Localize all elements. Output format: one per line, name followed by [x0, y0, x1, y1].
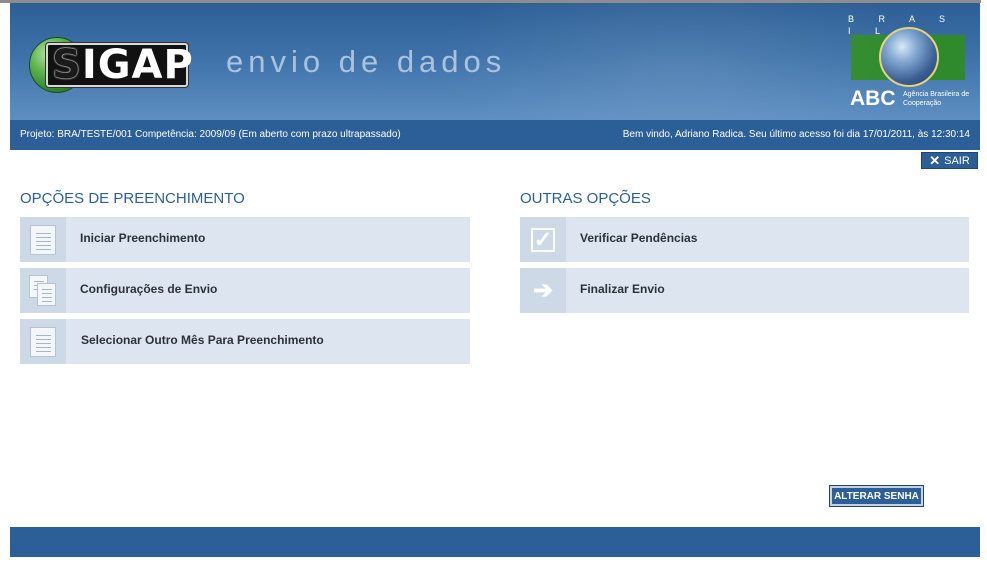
abc-logo-text: ABC	[850, 87, 896, 110]
close-icon: ✕	[929, 153, 941, 168]
right-margin	[981, 0, 987, 563]
option-finish-sending[interactable]: ➔ Finalizar Envio	[520, 268, 969, 313]
page: SIGAP envio de dados B R A S I L ABC Agê…	[0, 0, 987, 563]
fill-options-title: OPÇÕES DE PREENCHIMENTO	[20, 190, 245, 207]
change-password-button[interactable]: ALTERAR SENHA	[829, 485, 924, 507]
footer-bar	[10, 527, 980, 557]
page-tagline: envio de dados	[226, 44, 507, 79]
option-icon-cell: ✓	[520, 217, 566, 262]
brasil-label: B R A S I L	[848, 14, 957, 36]
option-select-other-month[interactable]: Selecionar Outro Mês Para Preenchimento	[20, 319, 470, 364]
logout-label: SAIR	[944, 154, 970, 167]
logo-rest-letters: IGAP	[81, 42, 194, 88]
option-start-filling[interactable]: Iniciar Preenchimento	[20, 217, 470, 262]
option-icon-cell: ➔	[520, 268, 566, 313]
header-banner: SIGAP envio de dados B R A S I L ABC Agê…	[10, 3, 980, 120]
logo-first-letter: S	[52, 42, 82, 88]
globe-icon	[879, 27, 939, 87]
option-icon-cell	[20, 268, 66, 313]
welcome-message: Bem vindo, Adriano Radica. Seu último ac…	[622, 129, 970, 140]
option-label: Finalizar Envio	[580, 282, 665, 296]
document-icon	[30, 326, 56, 357]
info-bar: Projeto: BRA/TESTE/001 Competência: 2009…	[10, 120, 980, 150]
option-label: Selecionar Outro Mês Para Preenchimento	[81, 333, 324, 347]
option-icon-cell	[20, 319, 66, 364]
abc-flag-icon	[851, 35, 965, 80]
option-send-settings[interactable]: Configurações de Envio	[20, 268, 470, 313]
project-info: Projeto: BRA/TESTE/001 Competência: 2009…	[20, 129, 401, 140]
logout-button[interactable]: ✕ SAIR	[921, 152, 978, 169]
option-label: Configurações de Envio	[80, 282, 218, 296]
arrow-right-icon: ➔	[532, 276, 554, 304]
checkbox-icon: ✓	[531, 227, 555, 252]
document-icon	[30, 224, 56, 255]
option-label: Verificar Pendências	[580, 231, 698, 245]
documents-icon	[29, 274, 57, 307]
option-label: Iniciar Preenchimento	[80, 231, 206, 245]
option-check-pending[interactable]: ✓ Verificar Pendências	[520, 217, 969, 262]
abc-subtitle: Agência Brasileira de Cooperação	[903, 91, 970, 107]
sigap-logo-text: SIGAP	[52, 42, 194, 88]
option-icon-cell	[20, 217, 66, 262]
other-options-title: OUTRAS OPÇÕES	[520, 190, 651, 207]
